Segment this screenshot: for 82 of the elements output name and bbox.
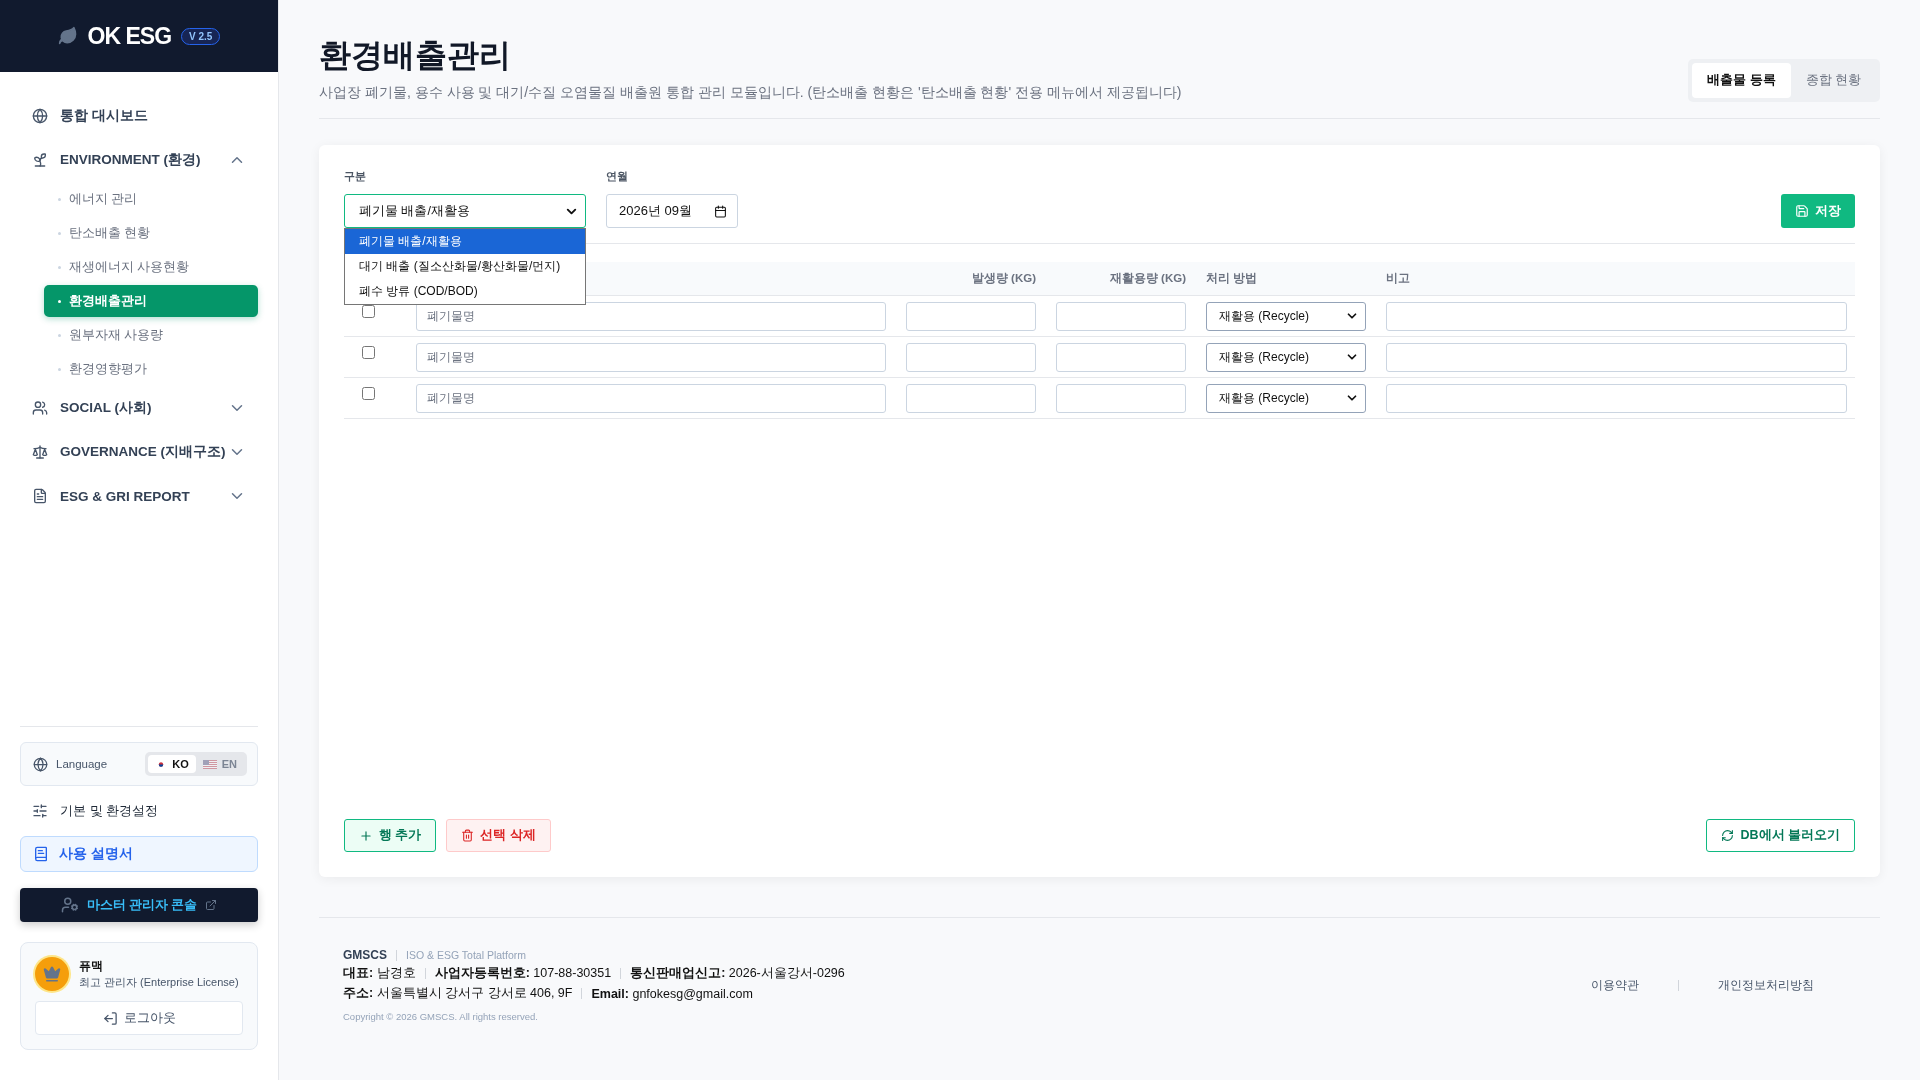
nav-item[interactable]: 탄소배출 현황: [44, 217, 258, 249]
nav-section[interactable]: GOVERNANCE (지배구조): [20, 430, 258, 474]
note-field[interactable]: [1386, 383, 1847, 413]
plus-icon: [359, 828, 373, 843]
note-field[interactable]: [1386, 342, 1847, 372]
column-header: 발생량 (KG): [970, 271, 1036, 286]
row-checkbox[interactable]: [362, 305, 375, 318]
recycled-amount-field[interactable]: [1056, 383, 1186, 413]
amount-field[interactable]: [906, 383, 1036, 413]
footer-link[interactable]: 이용약관: [1561, 976, 1669, 994]
nav-item[interactable]: 환경영향평가: [44, 353, 258, 385]
column-header: 처리 방법: [1206, 271, 1259, 286]
refresh-icon: [1721, 829, 1735, 842]
tagline: ISO & ESG Total Platform: [406, 949, 527, 961]
field-label: 구분: [344, 169, 367, 184]
sliders-icon: [32, 803, 48, 819]
nav-item[interactable]: 재생에너지 사용현황: [44, 251, 258, 283]
trash-icon: [461, 829, 475, 842]
amount-field[interactable]: [906, 301, 1036, 331]
method-select[interactable]: 재활용 (Recycle): [1206, 301, 1366, 331]
book-icon: [33, 846, 49, 862]
dropdown-option[interactable]: 폐기물 배출/재활용: [345, 229, 585, 254]
tab[interactable]: 종합 현황: [1790, 63, 1876, 98]
leaf-icon: [57, 26, 78, 46]
company-info: 사업자등록번호: 107-88-30351: [434, 965, 612, 982]
method-select[interactable]: 재활용 (Recycle): [1206, 342, 1366, 372]
section-icon: [32, 444, 48, 460]
calendar-icon: [714, 204, 727, 218]
nav-section[interactable]: SOCIAL (사회): [20, 386, 258, 430]
section-icon: [32, 400, 48, 416]
recycled-amount-field[interactable]: [1056, 301, 1186, 331]
nav-section[interactable]: 통합 대시보드: [20, 94, 258, 138]
month-field[interactable]: 2026년 09월: [606, 194, 738, 228]
recycled-amount-field[interactable]: [1056, 342, 1186, 372]
row-checkbox[interactable]: [362, 387, 375, 400]
note-field[interactable]: [1386, 301, 1847, 331]
waste-name-field[interactable]: 폐기물명: [416, 383, 886, 413]
save-icon: [1795, 204, 1809, 218]
section-icon: [32, 108, 48, 124]
company-info: 주소: 서울특별시 강서구 강서로 406, 9F: [343, 985, 573, 1002]
delete-selected-button[interactable]: 선택 삭제: [446, 819, 551, 852]
company-info: 통신판매업신고: 2026-서울강서-0296: [630, 965, 845, 982]
nav-item[interactable]: 에너지 관리: [44, 183, 258, 215]
company-info: Email: gnfokesg@gmail.com: [591, 986, 753, 1001]
manual-link[interactable]: 사용 설명서: [20, 836, 258, 872]
nav-item[interactable]: 환경배출관리: [44, 285, 258, 317]
waste-name-field[interactable]: 폐기물명: [416, 301, 886, 331]
column-header: 재활용량 (KG): [1108, 271, 1186, 286]
nav-item[interactable]: 원부자재 사용량: [44, 319, 258, 351]
company-name: GMSCS: [343, 948, 387, 962]
method-select[interactable]: 재활용 (Recycle): [1206, 383, 1366, 413]
nav-section[interactable]: ESG & GRI REPORT: [20, 474, 258, 518]
copyright: Copyright © 2026 GMSCS. All rights reserved.: [343, 1011, 539, 1022]
external-link-icon: [205, 899, 218, 911]
amount-field[interactable]: [906, 342, 1036, 372]
field-label: 연월: [606, 169, 629, 184]
tab[interactable]: 배출물 등록: [1692, 63, 1791, 98]
company-info: 대표: 남경호: [343, 965, 416, 982]
admin-console-button[interactable]: 마스터 관리자 콘솔: [20, 888, 258, 922]
settings-link[interactable]: 기본 및 환경설정: [20, 794, 258, 828]
logout-icon: [102, 1010, 118, 1026]
language-label: Language: [56, 758, 108, 770]
section-icon: [32, 488, 48, 504]
add-row-button[interactable]: 행 추가: [344, 819, 437, 852]
globe-icon: [33, 756, 48, 772]
user-role: 최고 관리자 (Enterprise License): [79, 975, 239, 990]
column-header: 비고: [1386, 271, 1411, 286]
waste-name-field[interactable]: 폐기물명: [416, 342, 886, 372]
footer-link[interactable]: 개인정보처리방침: [1688, 976, 1844, 994]
logout-button[interactable]: 로그아웃: [35, 1001, 243, 1035]
page-description: 사업장 폐기물, 용수 사용 및 대기/수질 오염물질 배출원 통합 관리 모듈입니다. (탄소배출 현황은 '탄소배출 현황' 전용 메뉴에서 제공됩니다): [319, 84, 1182, 102]
version-badge: V 2.5: [181, 27, 221, 45]
user-name: 퓨맥: [79, 958, 104, 975]
category-select[interactable]: 폐기물 배출/재활용: [344, 194, 586, 228]
section-icon: [32, 152, 48, 168]
row-checkbox[interactable]: [362, 346, 375, 359]
nav-section[interactable]: ENVIRONMENT (환경): [20, 138, 258, 182]
crown-icon: [43, 965, 61, 983]
language-option[interactable]: KO: [148, 755, 196, 773]
page-title: 환경배출관리: [319, 36, 512, 75]
load-from-db-button[interactable]: DB에서 불러오기: [1706, 819, 1855, 852]
brand-name: OK ESG: [87, 22, 172, 50]
